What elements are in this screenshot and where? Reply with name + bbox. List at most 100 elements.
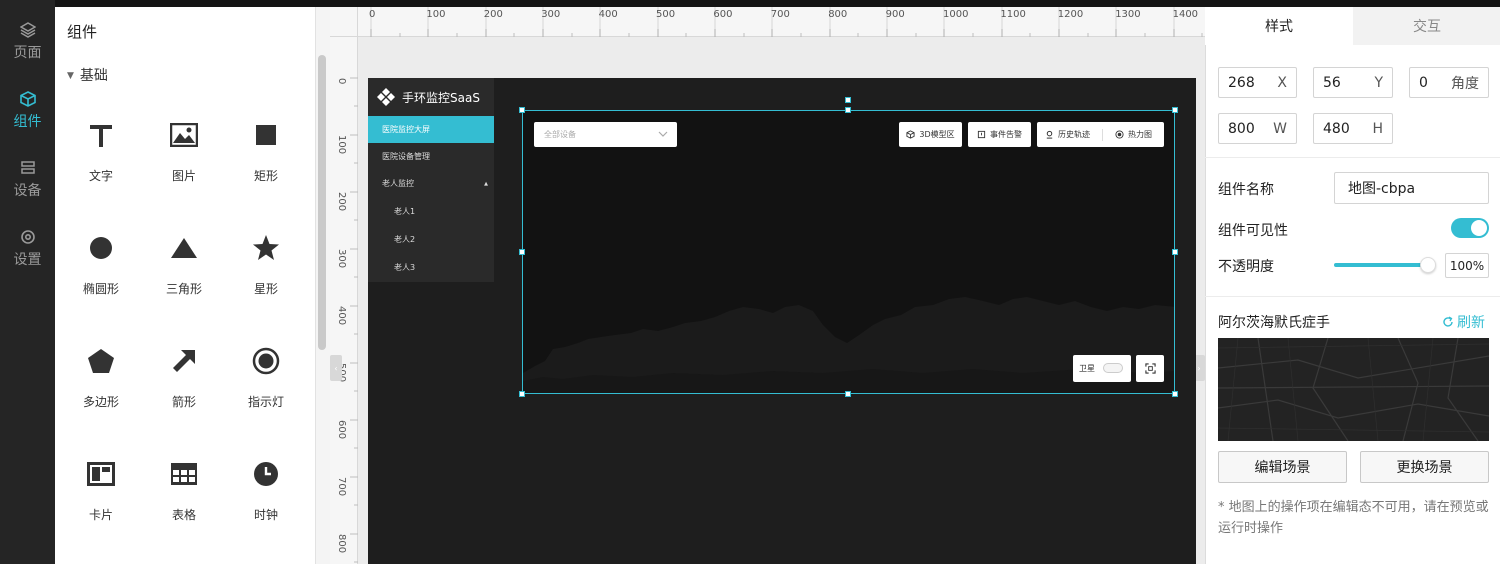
component-triangle[interactable]: 三角形 [149, 226, 219, 316]
nav-item-page[interactable]: 页面 [0, 22, 55, 82]
component-ellipse[interactable]: 椭圆形 [66, 226, 136, 316]
rotate-handle[interactable] [845, 97, 851, 103]
refresh-icon [1443, 316, 1453, 327]
nav-item-devices[interactable]: 设备 [0, 160, 55, 220]
image-icon [166, 117, 202, 153]
satellite-label: 卫星 [1079, 364, 1095, 373]
device-select-placeholder: 全部设备 [544, 130, 576, 139]
component-text[interactable]: 文字 [66, 113, 136, 203]
y-value: 56 [1323, 74, 1341, 91]
refresh-button[interactable]: 刷新 [1442, 312, 1485, 332]
map-preview-image [1218, 338, 1489, 441]
component-table[interactable]: 表格 [149, 452, 219, 542]
device-select[interactable]: 全部设备 [534, 122, 677, 147]
fullscreen-button[interactable] [1136, 355, 1164, 382]
opacity-input[interactable]: 100% [1445, 253, 1489, 278]
component-image[interactable]: 图片 [149, 113, 219, 203]
indicator-icon [248, 343, 284, 379]
event-alarm-button[interactable]: 事件告警 [968, 122, 1031, 147]
resize-handle-n[interactable] [845, 107, 851, 113]
component-clock[interactable]: 时钟 [231, 452, 301, 542]
component-label: 箭形 [171, 395, 196, 409]
resize-handle-e[interactable] [1172, 249, 1178, 255]
ruler-top-label: 1300 [1115, 9, 1141, 20]
app-submenu-item[interactable]: 老人1 [368, 198, 494, 225]
component-arrow[interactable]: 箭形 [149, 339, 219, 429]
app-menu-item-elderly[interactable]: 老人监控 ▲ [368, 170, 494, 197]
app-menu-item[interactable]: 医院设备管理 [368, 143, 494, 170]
ruler-top-label: 500 [656, 9, 676, 20]
resize-handle-se[interactable] [1172, 391, 1178, 397]
resize-handle-ne[interactable] [1172, 107, 1178, 113]
text-icon [83, 117, 119, 153]
component-label: 星形 [253, 282, 278, 296]
resize-handle-nw[interactable] [519, 107, 525, 113]
satellite-toggle[interactable]: 卫星 [1073, 355, 1131, 382]
tab-style[interactable]: 样式 [1205, 7, 1353, 45]
map-component[interactable] [522, 110, 1175, 394]
3d-model-button[interactable]: 3D模型区 [899, 122, 962, 147]
resize-handle-w[interactable] [519, 249, 525, 255]
component-card[interactable]: 卡片 [66, 452, 136, 542]
heatmap-icon [1115, 130, 1124, 139]
satellite-switch[interactable] [1103, 363, 1123, 373]
section-header[interactable]: ▼ 基础 [67, 65, 108, 85]
y-field[interactable]: 56 Y [1313, 67, 1393, 98]
caret-down-icon: ▼ [67, 71, 74, 81]
fullscreen-icon [1144, 363, 1156, 374]
edit-scene-button[interactable]: 编辑场景 [1218, 451, 1347, 483]
component-name-input[interactable]: 地图-cbpa [1334, 172, 1489, 204]
ruler-left-label: 400 [336, 306, 347, 326]
component-label: 椭圆形 [82, 282, 119, 296]
section-title: 基础 [79, 68, 108, 84]
ruler-top-label: 0 [369, 9, 376, 20]
app-submenu-item[interactable]: 老人3 [368, 254, 494, 281]
divider [1102, 128, 1103, 141]
app-submenu-item[interactable]: 老人2 [368, 226, 494, 253]
switch-knob [1471, 220, 1487, 236]
component-rectangle[interactable]: 矩形 [231, 113, 301, 203]
button-label: 热力图 [1128, 130, 1152, 139]
nav-item-components[interactable]: 组件 [0, 91, 55, 151]
button-label: 事件告警 [990, 130, 1022, 139]
opacity-label: 不透明度 [1218, 259, 1274, 275]
component-label: 文字 [88, 169, 113, 183]
nav-item-settings[interactable]: 设置 [0, 229, 55, 289]
component-label: 表格 [171, 508, 196, 522]
component-star[interactable]: 星形 [231, 226, 301, 316]
polygon-icon [83, 343, 119, 379]
ruler-top-label: 1400 [1172, 9, 1199, 20]
component-label: 时钟 [253, 508, 278, 522]
component-label: 三角形 [165, 282, 202, 296]
ruler-top-label: 400 [598, 9, 618, 20]
component-label: 指示灯 [247, 395, 284, 409]
angle-field[interactable]: 0 角度 [1409, 67, 1489, 98]
panel-scrollbar-thumb[interactable] [318, 55, 326, 350]
button-label: 3D模型区 [919, 130, 955, 139]
alarm-icon [977, 130, 986, 139]
ruler-left-label: 200 [336, 192, 347, 212]
history-track-button[interactable]: 历史轨迹 [1045, 129, 1090, 140]
resize-handle-s[interactable] [845, 391, 851, 397]
component-polygon[interactable]: 多边形 [66, 339, 136, 429]
logo-icon [377, 88, 395, 106]
app-menu-label: 老人监控 [382, 179, 414, 188]
component-label: 多边形 [82, 395, 119, 409]
app-menu-item[interactable]: 医院监控大屏 [368, 116, 494, 143]
tab-interaction[interactable]: 交互 [1353, 7, 1500, 45]
heatmap-button[interactable]: 热力图 [1115, 129, 1152, 140]
opacity-slider[interactable] [1334, 263, 1424, 267]
resize-handle-sw[interactable] [519, 391, 525, 397]
collapse-left-tab[interactable]: ‹ [330, 355, 342, 381]
width-field[interactable]: 800 W [1218, 113, 1297, 144]
opacity-slider-handle[interactable] [1420, 257, 1436, 273]
ruler-top-label: 200 [483, 9, 503, 20]
component-label: 图片 [171, 169, 196, 183]
component-indicator[interactable]: 指示灯 [231, 339, 301, 429]
replace-scene-button[interactable]: 更换场景 [1360, 451, 1489, 483]
x-field[interactable]: 268 X [1218, 67, 1297, 98]
visibility-switch[interactable] [1451, 218, 1489, 238]
map-terrain [523, 297, 1174, 393]
height-field[interactable]: 480 H [1313, 113, 1393, 144]
angle-suffix: 角度 [1451, 75, 1479, 92]
